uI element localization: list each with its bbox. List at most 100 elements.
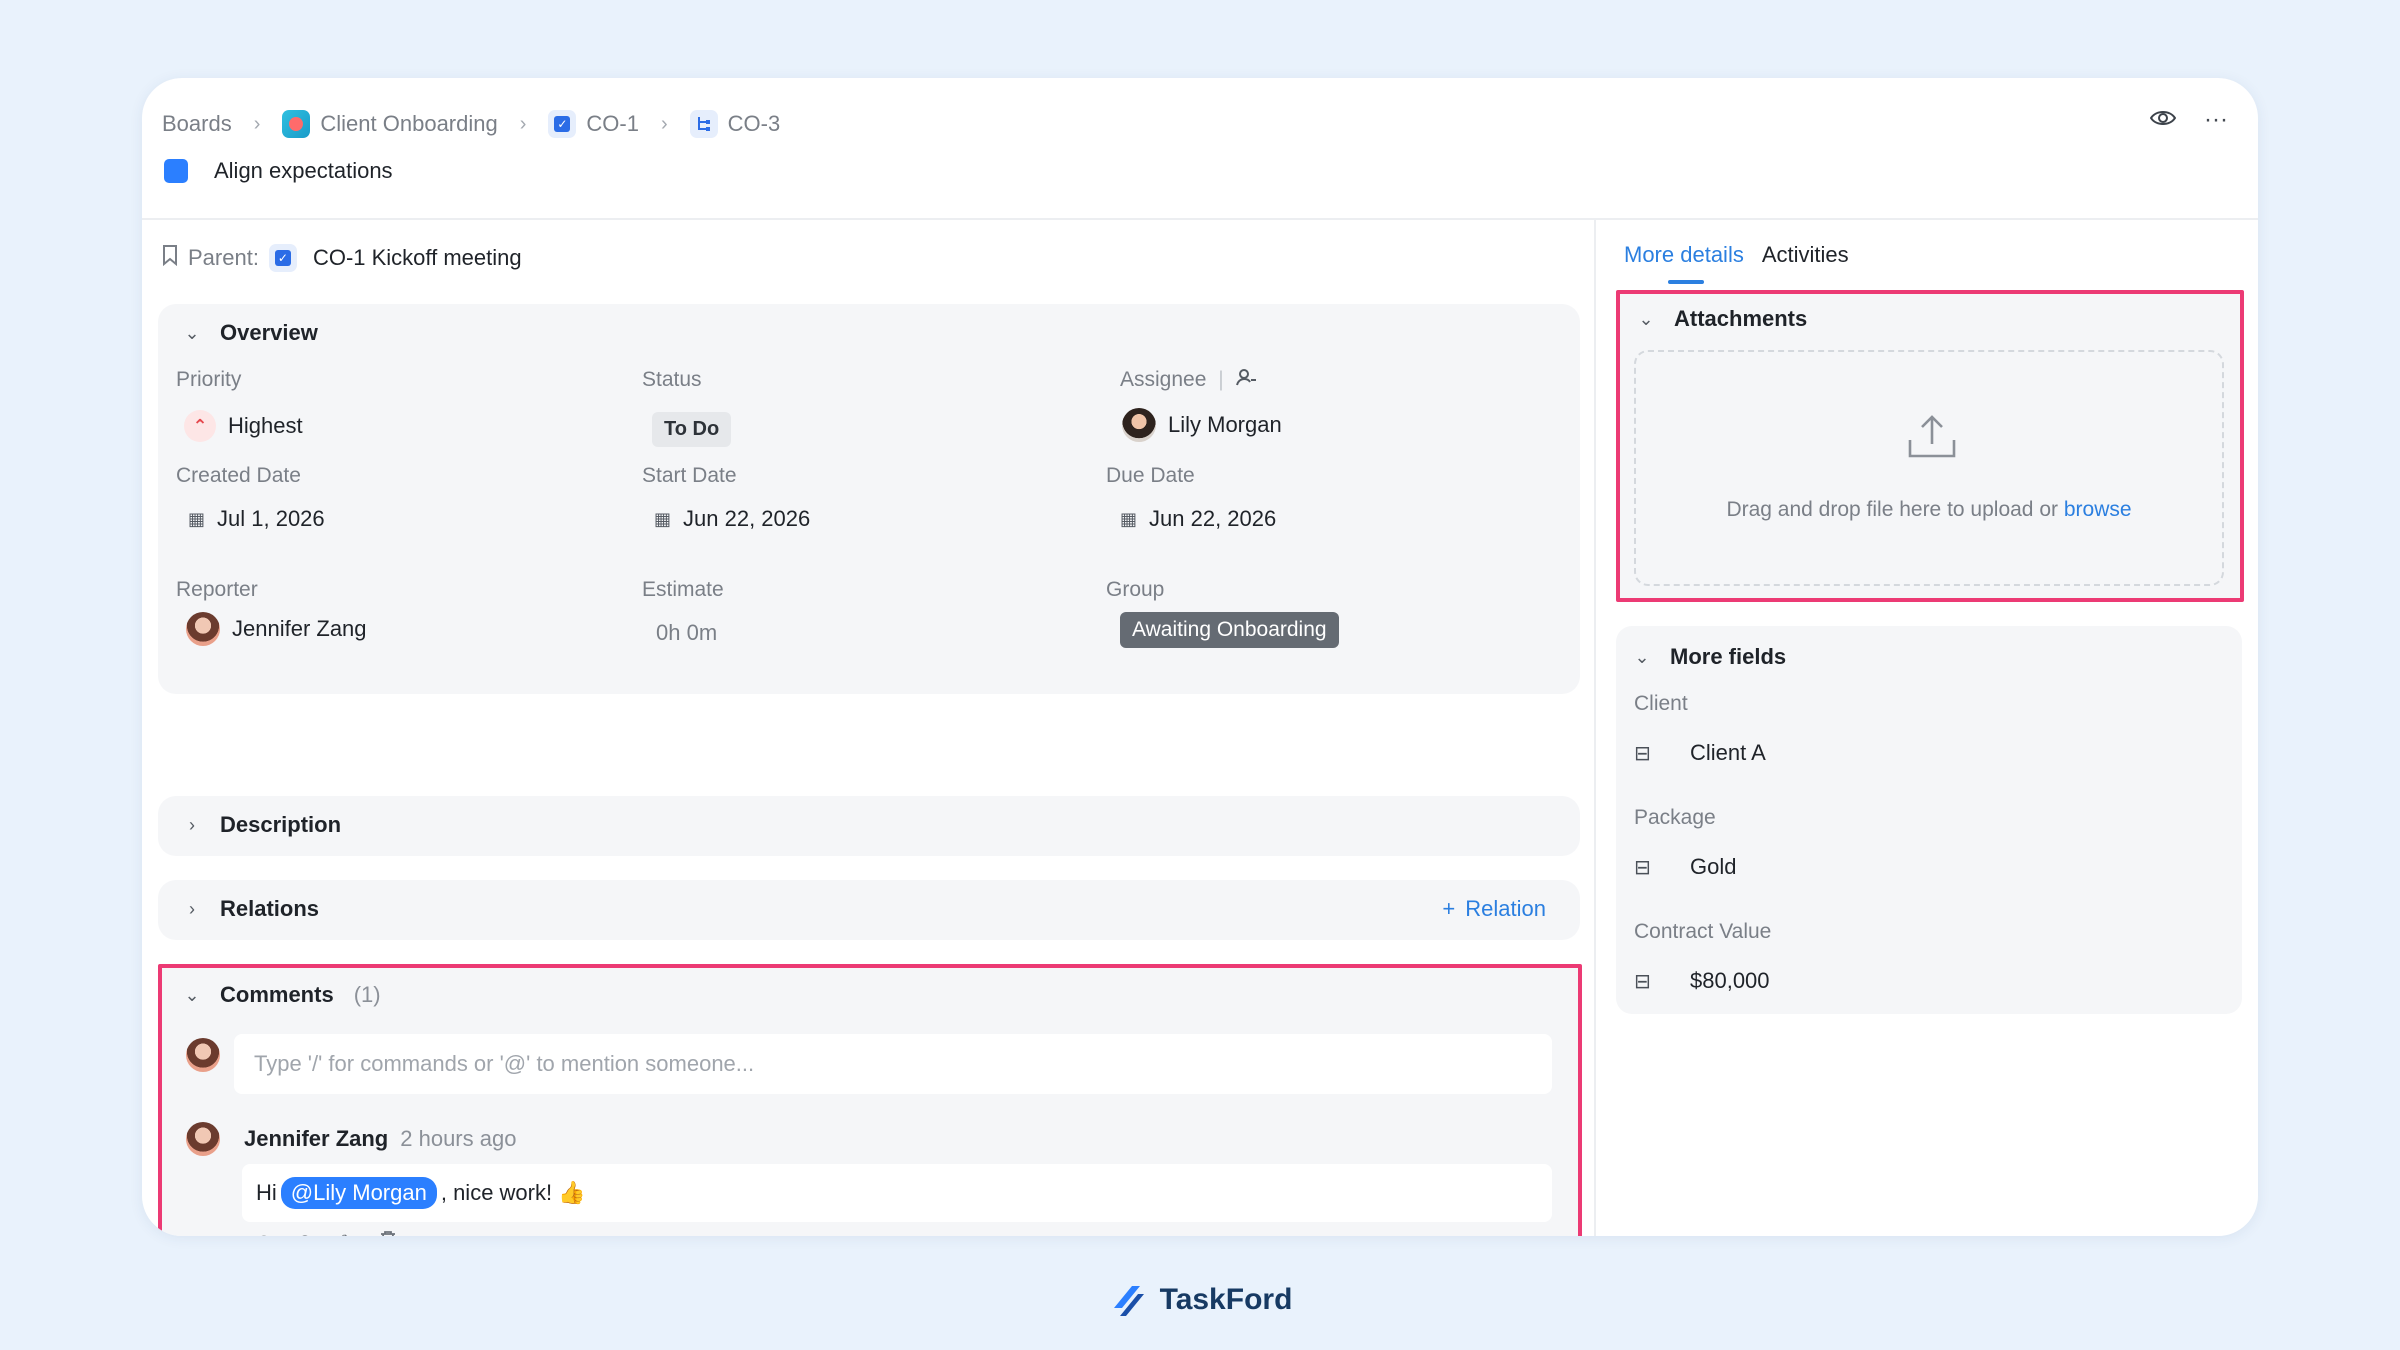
dropdown-field-icon: ⊟: [1634, 970, 1651, 993]
chevron-right-icon: ›: [189, 814, 195, 835]
more-fields-heading: More fields: [1670, 644, 1787, 669]
parent-task-link[interactable]: CO-1 Kickoff meeting: [313, 245, 522, 271]
overview-toggle[interactable]: ⌄ Overview: [184, 320, 318, 346]
due-date-field[interactable]: ▦ Jun 22, 2026: [1120, 506, 1276, 532]
task-title[interactable]: Align expectations: [214, 158, 393, 184]
reporter-field[interactable]: Jennifer Zang: [186, 612, 367, 646]
estimate-value: 0h 0m: [656, 620, 718, 645]
delete-trash-icon[interactable]: [380, 1230, 396, 1236]
comment-input[interactable]: [234, 1034, 1552, 1094]
calendar-icon: ▦: [654, 508, 672, 529]
watch-eye-icon[interactable]: [2149, 106, 2177, 134]
estimate-field[interactable]: 0h 0m: [656, 620, 717, 646]
relations-section: › Relations + Relation: [158, 880, 1580, 940]
tab-more-details[interactable]: More details: [1624, 242, 1744, 284]
contract-value-field[interactable]: ⊟ $80,000: [1634, 968, 1770, 994]
status-badge: To Do: [652, 412, 732, 447]
breadcrumb-parent-task[interactable]: ✓ CO-1: [548, 110, 639, 138]
assignee-field[interactable]: Lily Morgan: [1122, 408, 1282, 442]
add-relation-button[interactable]: + Relation: [1442, 896, 1546, 922]
dropdown-field-icon: ⊟: [1634, 742, 1651, 765]
start-date-field[interactable]: ▦ Jun 22, 2026: [654, 506, 810, 532]
created-date-value: Jul 1, 2026: [217, 506, 325, 531]
plus-icon: +: [1442, 896, 1456, 921]
group-label: Group: [1106, 578, 1165, 601]
tab-activities[interactable]: Activities: [1762, 242, 1849, 268]
comment-time: 2 hours ago: [400, 1126, 517, 1151]
client-field[interactable]: ⊟ Client A: [1634, 740, 1766, 766]
comment-suffix: , nice work! 👍: [440, 1180, 586, 1205]
label-divider: |: [1218, 368, 1224, 391]
comments-section: ⌄ Comments (1) Jennifer Zang 2 hours ago…: [158, 964, 1582, 1236]
assignee-value: Lily Morgan: [1168, 412, 1282, 437]
breadcrumb-current-task[interactable]: CO-3: [689, 110, 780, 138]
description-toggle[interactable]: › Description: [184, 812, 341, 838]
relations-heading: Relations: [220, 896, 320, 921]
avatar: [186, 1122, 220, 1156]
parent-label: Parent:: [188, 245, 259, 270]
chevron-right-icon: ›: [519, 112, 527, 135]
chevron-right-icon: ›: [189, 898, 195, 919]
header-divider: [142, 218, 2258, 220]
package-label: Package: [1634, 806, 1716, 829]
breadcrumb-project[interactable]: Client Onboarding: [282, 110, 498, 138]
start-date-value: Jun 22, 2026: [683, 506, 811, 531]
reply-icon[interactable]: ↶: [254, 1230, 271, 1236]
file-drop-zone[interactable]: Drag and drop file here to upload or bro…: [1634, 350, 2224, 586]
comments-toggle[interactable]: ⌄ Comments (1): [184, 982, 381, 1008]
description-heading: Description: [220, 812, 342, 837]
header-actions: ···: [2149, 106, 2228, 134]
dropdown-field-icon: ⊟: [1634, 856, 1651, 879]
priority-highest-icon: ⌃: [184, 410, 216, 442]
reporter-label: Reporter: [176, 578, 258, 601]
detail-tabs: More details Activities: [1624, 242, 1849, 284]
comments-count: (1): [353, 982, 381, 1007]
attachments-toggle[interactable]: ⌄ Attachments: [1638, 306, 1807, 332]
overview-heading: Overview: [220, 320, 318, 345]
attachments-section: ⌄ Attachments Drag and drop file here to…: [1616, 290, 2244, 602]
client-value: Client A: [1690, 740, 1766, 765]
breadcrumb-boards[interactable]: Boards: [162, 111, 232, 137]
reporter-value: Jennifer Zang: [232, 616, 367, 641]
start-date-label: Start Date: [642, 464, 737, 487]
browse-link[interactable]: browse: [2064, 498, 2132, 521]
task-checkbox-icon: ✓: [548, 110, 577, 138]
status-field[interactable]: To Do: [652, 412, 732, 447]
task-title-row: Align expectations: [164, 158, 393, 184]
avatar: [186, 1038, 220, 1072]
more-options-icon[interactable]: ···: [2204, 106, 2228, 134]
group-field[interactable]: Awaiting Onboarding: [1120, 612, 1339, 648]
contract-value: $80,000: [1690, 968, 1770, 993]
overview-section: ⌄ Overview Priority ⌃ Highest Status To …: [158, 304, 1580, 694]
description-section[interactable]: › Description: [158, 796, 1580, 856]
mention-tag[interactable]: @Lily Morgan: [280, 1177, 437, 1209]
client-label: Client: [1634, 692, 1688, 715]
assign-user-icon[interactable]: [1235, 368, 1256, 391]
edit-pencil-icon[interactable]: ✎: [339, 1230, 356, 1236]
priority-value: Highest: [228, 413, 303, 438]
subtask-icon: [689, 110, 718, 138]
avatar: [186, 612, 220, 646]
relations-toggle[interactable]: › Relations: [184, 896, 319, 922]
assignee-label-text: Assignee: [1120, 368, 1207, 391]
priority-field[interactable]: ⌃ Highest: [184, 410, 303, 442]
parent-row: Parent: ✓ CO-1 Kickoff meeting: [162, 244, 522, 272]
created-date-field[interactable]: ▦ Jul 1, 2026: [188, 506, 325, 532]
attachments-heading: Attachments: [1674, 306, 1808, 331]
more-fields-section: ⌄ More fields Client ⊟ Client A Package …: [1616, 626, 2242, 1014]
brand-footer: TaskFord: [0, 1280, 2400, 1320]
task-type-icon: [164, 159, 188, 183]
add-relation-label: Relation: [1465, 896, 1546, 921]
chevron-right-icon: ›: [660, 112, 668, 135]
estimate-label: Estimate: [642, 578, 724, 601]
due-date-value: Jun 22, 2026: [1149, 506, 1277, 531]
comment-meta: Jennifer Zang 2 hours ago: [244, 1126, 516, 1152]
priority-label: Priority: [176, 368, 242, 391]
board-icon: [282, 110, 311, 138]
package-field[interactable]: ⊟ Gold: [1634, 854, 1736, 880]
emoji-icon[interactable]: ☺: [295, 1230, 315, 1236]
more-fields-toggle[interactable]: ⌄ More fields: [1634, 644, 1786, 670]
upload-icon: [1908, 415, 1956, 458]
group-badge: Awaiting Onboarding: [1120, 612, 1339, 648]
chevron-down-icon: ⌄: [184, 984, 200, 1005]
